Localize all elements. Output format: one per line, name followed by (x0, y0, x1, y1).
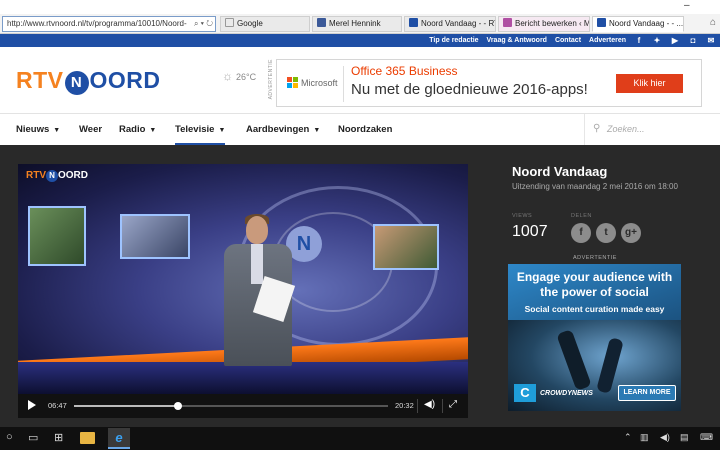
play-icon[interactable] (28, 400, 36, 410)
share-googleplus-icon[interactable]: g+ (621, 223, 641, 243)
share-facebook-icon[interactable]: f (571, 223, 591, 243)
ad-divider (343, 66, 344, 102)
klik-hier-button[interactable]: Klik hier (616, 74, 683, 93)
studio-screen-right (373, 224, 439, 270)
volume-icon[interactable]: ◀) (660, 432, 670, 443)
mail-icon[interactable]: ✉ (706, 36, 716, 45)
video-player[interactable]: N RTV N OORD 06:47 20:32 ◀) ⤢ (18, 164, 468, 418)
task-view-icon[interactable]: ▭ (28, 431, 38, 444)
seek-bar-progress (74, 405, 178, 407)
duration: 20:32 (395, 401, 414, 410)
microsoft-grid-icon (287, 77, 298, 88)
office365-ad-banner[interactable]: Microsoft Office 365 Business Nu met de … (276, 59, 702, 107)
advertisement-label: ADVERTENTIE (573, 255, 617, 261)
rtvnoord-logo[interactable]: RTV N OORD (16, 67, 161, 95)
chevron-down-icon: ▼ (218, 127, 226, 134)
site-header: RTV N OORD ☼ 26°C ADVERTENTIE Microsoft Off… (0, 47, 720, 113)
search-box[interactable]: ⚲ Zoeken... (584, 114, 720, 146)
learn-more-button[interactable]: LEARN MORE (618, 385, 676, 401)
studio-floor (18, 362, 468, 394)
ad-subtitle: Nu met de gloednieuwe 2016-apps! (351, 81, 588, 98)
show-title: Noord Vandaag (512, 164, 608, 179)
views-label: VIEWS (512, 213, 533, 219)
file-explorer-icon[interactable] (80, 432, 95, 444)
windows-taskbar: ○ ▭ ⊞ e ⌃ ▥ ◀) ▤ ⌨ (0, 427, 720, 450)
window-titlebar: – (0, 0, 720, 14)
internet-explorer-icon[interactable]: e (108, 428, 130, 449)
chevron-down-icon: ▼ (313, 127, 321, 134)
tab-noord-vandaag-1[interactable]: Noord Vandaag - - RTV... (404, 16, 496, 32)
nav-item-noordzaken[interactable]: Noordzaken (338, 114, 392, 146)
fullscreen-icon[interactable]: ⤢ (449, 399, 457, 410)
address-controls[interactable]: ⌕ ▾ ↻ (194, 17, 213, 31)
utility-bar: Tip de redactie Vraag & Antwoord Contact… (0, 34, 720, 47)
facebook-favicon-icon (317, 18, 326, 27)
studio-screen-middle (120, 214, 190, 259)
crowdynews-mark-icon: C (514, 384, 536, 402)
presenter (218, 214, 298, 366)
store-icon[interactable]: ⊞ (54, 431, 63, 444)
search-icon[interactable]: ○ (6, 431, 13, 443)
chevron-down-icon: ▼ (53, 127, 61, 134)
ad-headline: Engage your audience with the power of s… (516, 270, 673, 299)
youtube-icon[interactable]: ▶ (670, 36, 680, 45)
nav-item-aardbevingen[interactable]: Aardbevingen ▼ (246, 114, 320, 146)
facebook-icon[interactable]: f (634, 36, 644, 45)
seek-handle[interactable] (173, 402, 182, 410)
tab-bar: http://www.rtvnoord.nl/tv/programma/1001… (0, 14, 720, 34)
home-icon[interactable]: ⌂ (710, 17, 716, 28)
sun-icon: ☼ (222, 69, 233, 83)
view-count: 1007 (512, 223, 548, 240)
tab-merel-hennink[interactable]: Merel Hennink (312, 16, 402, 32)
google-favicon-icon (225, 18, 234, 27)
current-time: 06:47 (48, 401, 67, 410)
advertisement-label: ADVERTENTIE (268, 59, 274, 100)
nav-item-nieuws[interactable]: Nieuws ▼ (16, 114, 60, 146)
rtvnoord-favicon-icon (597, 18, 606, 27)
search-icon: ⚲ (593, 123, 601, 134)
studio-screen-left (28, 206, 86, 266)
content-area: N RTV N OORD 06:47 20:32 ◀) ⤢ Noord Vandaa… (0, 145, 720, 427)
crowdynews-logo: C CROWDYNEWS (514, 384, 593, 402)
notifications-icon[interactable]: ▤ (680, 432, 689, 443)
twitter-icon[interactable]: ✦ (652, 36, 662, 45)
weather-widget[interactable]: ☼ 26°C (222, 69, 256, 83)
tab-bericht-bewerken[interactable]: Bericht bewerken ‹ Me... (498, 16, 590, 32)
microsoft-logo: Microsoft (287, 77, 338, 88)
network-icon[interactable]: ▥ (640, 432, 649, 443)
main-nav: Nieuws ▼ Weer Radio ▼ Televisie ▼ Aardbevin… (0, 113, 720, 146)
nav-item-televisie[interactable]: Televisie ▼ (175, 114, 226, 146)
video-controls: 06:47 20:32 ◀) ⤢ (18, 394, 468, 418)
broadcast-date: Uitzending van maandag 2 mei 2016 om 18:… (512, 182, 678, 191)
tab-noord-vandaag-active[interactable]: Noord Vandaag - - ... (592, 16, 684, 32)
seek-bar[interactable] (74, 402, 388, 410)
contact-link[interactable]: Contact (555, 37, 581, 44)
minimize-button[interactable]: – (684, 0, 690, 12)
ad-title: Office 365 Business (351, 64, 458, 78)
search-input[interactable]: Zoeken... (607, 124, 645, 134)
share-label: DELEN (571, 213, 592, 219)
tab-google[interactable]: Google (220, 16, 310, 32)
vraag-antwoord-link[interactable]: Vraag & Antwoord (487, 37, 547, 44)
chevron-down-icon: ▼ (149, 127, 157, 134)
tip-de-redactie-link[interactable]: Tip de redactie (429, 37, 478, 44)
address-text: http://www.rtvnoord.nl/tv/programma/1001… (7, 19, 187, 28)
video-overlay-logo: RTV N OORD (26, 170, 88, 182)
nav-item-weer[interactable]: Weer (79, 114, 102, 146)
rtvnoord-favicon-icon (409, 18, 418, 27)
crowdynews-ad[interactable]: Engage your audience with the power of s… (508, 264, 681, 411)
instagram-icon[interactable]: ◘ (688, 36, 698, 45)
volume-icon[interactable]: ◀) (424, 399, 435, 410)
chevron-up-icon[interactable]: ⌃ (624, 432, 632, 443)
adverteren-link[interactable]: Adverteren (589, 37, 626, 44)
address-bar[interactable]: http://www.rtvnoord.nl/tv/programma/1001… (2, 16, 216, 32)
nav-item-radio[interactable]: Radio ▼ (119, 114, 156, 146)
share-twitter-icon[interactable]: t (596, 223, 616, 243)
wordpress-favicon-icon (503, 18, 512, 27)
temperature: 26°C (236, 72, 257, 82)
keyboard-icon[interactable]: ⌨ (700, 432, 713, 443)
ad-subline: Social content curation made easy (524, 304, 665, 314)
